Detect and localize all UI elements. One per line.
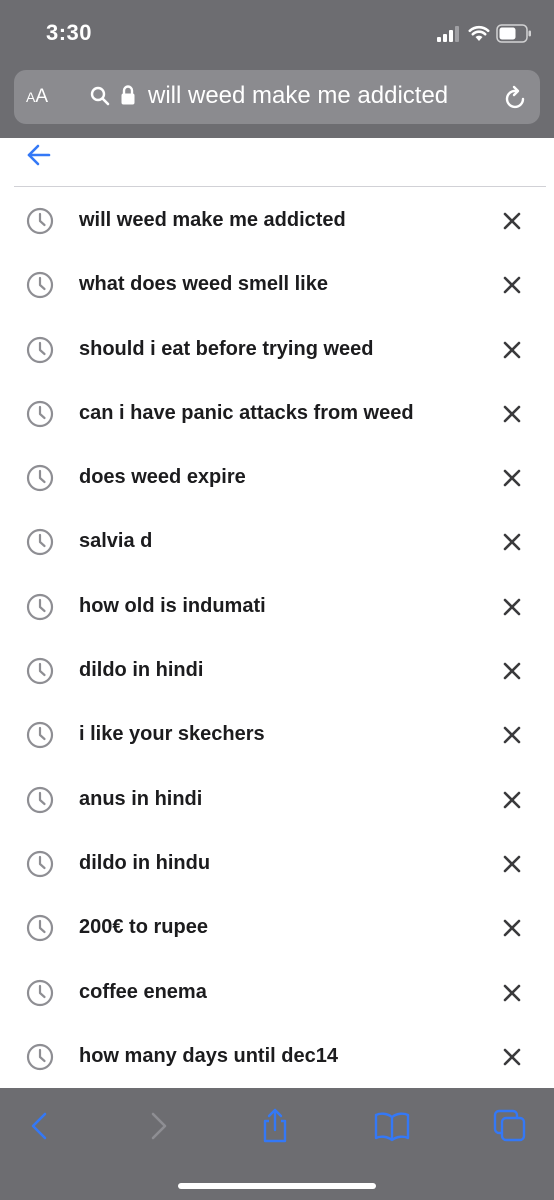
close-icon[interactable] xyxy=(500,1045,524,1069)
suggestion-label: should i eat before trying weed xyxy=(79,337,374,360)
clock-icon xyxy=(26,850,54,878)
close-icon[interactable] xyxy=(500,466,524,490)
close-icon[interactable] xyxy=(500,595,524,619)
close-icon[interactable] xyxy=(500,916,524,940)
close-icon[interactable] xyxy=(500,852,524,876)
status-bar: 3:30 xyxy=(0,0,554,64)
suggestion-label: salvia d xyxy=(79,530,153,553)
status-time: 3:30 xyxy=(46,20,93,45)
cellular-signal-icon xyxy=(437,26,459,42)
list-item[interactable]: i like your skechers xyxy=(0,703,554,767)
suggestion-label: coffee enema xyxy=(79,980,207,1003)
suggestion-label: anus in hindi xyxy=(79,787,203,810)
suggestion-label: dildo in hindi xyxy=(79,659,204,682)
list-item[interactable]: what does weed smell like xyxy=(0,253,554,317)
list-item[interactable]: anus in hindi xyxy=(0,768,554,832)
close-icon[interactable] xyxy=(500,209,524,233)
url-field[interactable]: will weed make me addicted xyxy=(148,82,448,110)
clock-icon xyxy=(26,593,54,620)
clock-icon xyxy=(26,207,54,235)
back-chevron-icon[interactable] xyxy=(20,1106,60,1146)
browser-top-chrome: 3:30 AA will weed make me addicted xyxy=(0,0,554,138)
close-icon[interactable] xyxy=(500,981,524,1005)
reader-text-size-button[interactable]: AA xyxy=(26,84,60,110)
address-bar[interactable]: AA will weed make me addicted xyxy=(14,70,540,124)
clock-icon xyxy=(26,272,54,299)
tabs-icon[interactable] xyxy=(490,1106,530,1146)
reload-icon[interactable] xyxy=(504,84,528,110)
suggestion-label: will weed make me addicted xyxy=(79,209,346,231)
list-item[interactable]: how many days until dec14 xyxy=(0,1025,554,1089)
close-icon[interactable] xyxy=(500,338,524,362)
list-item[interactable]: will weed make me addicted xyxy=(0,189,554,253)
list-item[interactable]: dildo in hindi xyxy=(0,639,554,703)
close-icon[interactable] xyxy=(500,530,524,554)
battery-icon xyxy=(496,24,531,43)
suggestion-label: dildo in hindu xyxy=(79,851,211,874)
close-icon[interactable] xyxy=(500,402,524,426)
clock-icon xyxy=(26,722,54,749)
list-item[interactable]: 200€ to rupee xyxy=(0,896,554,960)
list-item[interactable]: how old is indumati xyxy=(0,575,554,639)
bookmarks-icon[interactable] xyxy=(372,1106,412,1146)
share-icon[interactable] xyxy=(255,1106,295,1146)
list-item[interactable]: coffee enema xyxy=(0,961,554,1025)
close-icon[interactable] xyxy=(500,273,524,297)
suggestion-label: what does weed smell like xyxy=(79,273,328,296)
suggestion-label: does weed expire xyxy=(79,466,246,489)
list-item[interactable]: salvia d xyxy=(0,510,554,574)
close-icon[interactable] xyxy=(500,788,524,812)
clock-icon xyxy=(26,979,54,1006)
clock-icon xyxy=(26,400,54,427)
aa-small-letter: A xyxy=(26,89,36,105)
search-history-list: will weed make me addicted what does weed… xyxy=(0,189,554,1089)
clock-icon xyxy=(26,786,54,813)
clock-icon xyxy=(26,657,54,685)
aa-large-letter: A xyxy=(35,86,49,107)
clock-icon xyxy=(26,336,54,363)
list-item[interactable]: should i eat before trying weed xyxy=(0,318,554,382)
list-item[interactable]: can i have panic attacks from weed xyxy=(0,382,554,446)
close-icon[interactable] xyxy=(500,723,524,747)
suggestion-label: how old is indumati xyxy=(79,594,266,617)
suggestion-label: can i have panic attacks from weed xyxy=(79,401,414,424)
list-item[interactable]: does weed expire xyxy=(0,446,554,510)
clock-icon xyxy=(26,1043,54,1070)
search-icon xyxy=(90,86,110,106)
list-item[interactable]: dildo in hindu xyxy=(0,832,554,896)
clock-icon xyxy=(26,915,54,942)
suggestion-label: how many days until dec14 xyxy=(79,1044,338,1067)
home-indicator[interactable] xyxy=(178,1183,376,1189)
suggestion-label: i like your skechers xyxy=(79,723,265,746)
divider xyxy=(14,186,546,187)
clock-icon xyxy=(26,465,54,492)
forward-chevron-icon[interactable] xyxy=(138,1106,178,1146)
lock-icon xyxy=(121,85,135,105)
back-arrow-icon[interactable] xyxy=(26,142,52,168)
wifi-icon xyxy=(468,25,490,41)
clock-icon xyxy=(26,529,54,556)
suggestion-label: 200€ to rupee xyxy=(79,916,208,939)
close-icon[interactable] xyxy=(500,659,524,683)
